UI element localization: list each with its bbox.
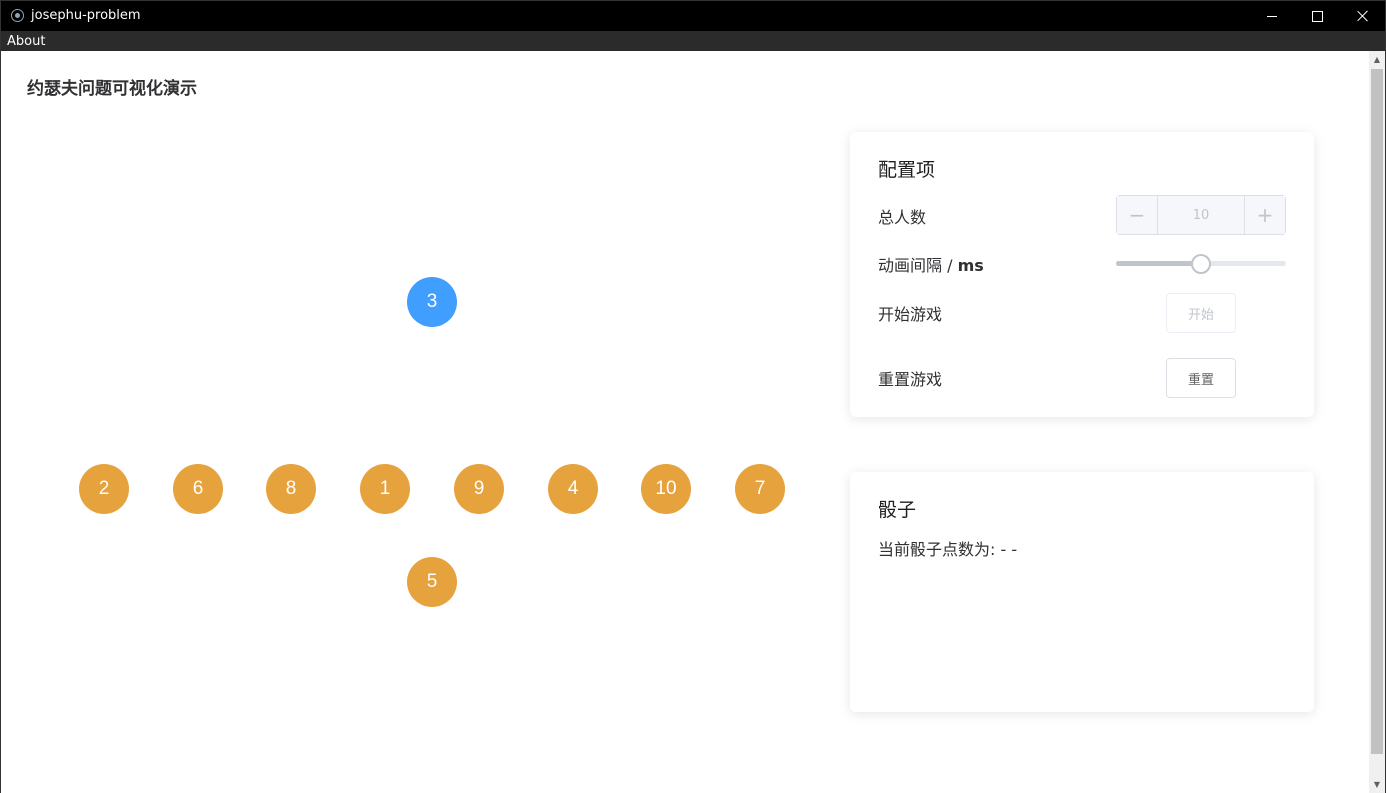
person-circle: 8 [266, 464, 316, 514]
slider-thumb[interactable] [1191, 254, 1211, 274]
person-circle: 9 [454, 464, 504, 514]
interval-unit: ms [957, 256, 984, 275]
menu-item-about[interactable]: About [7, 34, 45, 49]
title-bar[interactable]: josephu-problem [1, 1, 1385, 31]
config-card: 配置项 总人数 − 10 + 动画间隔 / ms 开始游戏 开始 重置游戏 重置 [850, 132, 1314, 417]
app-window: josephu-problem About 约瑟夫问题可视化演示 3 2 6 8… [0, 0, 1386, 793]
total-people-label: 总人数 [878, 208, 927, 227]
start-game-label: 开始游戏 [878, 305, 943, 324]
scroll-up-arrow-icon[interactable]: ▲ [1369, 51, 1385, 68]
person-circle: 2 [79, 464, 129, 514]
person-circle: 10 [641, 464, 691, 514]
menu-bar: About [1, 31, 1385, 51]
total-people-value[interactable]: 10 [1158, 196, 1244, 234]
dice-card: 骰子 当前骰子点数为: - - [850, 472, 1314, 712]
minimize-button[interactable] [1249, 1, 1295, 31]
reset-button[interactable]: 重置 [1166, 358, 1236, 398]
window-title: josephu-problem [31, 8, 141, 23]
reset-game-label: 重置游戏 [878, 370, 943, 389]
scroll-down-arrow-icon[interactable]: ▼ [1369, 776, 1385, 793]
person-circle: 7 [735, 464, 785, 514]
decrease-button[interactable]: − [1117, 196, 1158, 234]
person-circle: 3 [407, 277, 457, 327]
increase-button[interactable]: + [1244, 196, 1285, 234]
interval-label: 动画间隔 / ms [878, 252, 984, 276]
main-content: 约瑟夫问题可视化演示 3 2 6 8 1 9 4 10 7 5 配置项 总人数 … [1, 51, 1369, 793]
person-circle: 6 [173, 464, 223, 514]
maximize-button[interactable] [1294, 1, 1340, 31]
maximize-icon [1311, 10, 1323, 22]
vertical-scrollbar[interactable]: ▲ ▼ [1369, 51, 1385, 793]
start-button[interactable]: 开始 [1166, 293, 1236, 333]
slider-fill [1116, 261, 1201, 266]
close-button[interactable] [1340, 1, 1386, 31]
interval-slider[interactable] [1116, 253, 1286, 274]
config-title: 配置项 [878, 159, 936, 181]
person-circle: 1 [360, 464, 410, 514]
close-icon [1357, 10, 1369, 22]
total-people-stepper[interactable]: − 10 + [1116, 195, 1286, 235]
minimize-icon [1267, 15, 1277, 17]
person-circle: 4 [548, 464, 598, 514]
scroll-thumb[interactable] [1371, 69, 1383, 754]
dice-title: 骰子 [878, 499, 917, 521]
dice-value-text: 当前骰子点数为: - - [878, 540, 1018, 559]
page-title: 约瑟夫问题可视化演示 [27, 79, 197, 99]
person-circle: 5 [407, 557, 457, 607]
interval-label-text: 动画间隔 / [878, 256, 958, 275]
app-icon [11, 9, 24, 22]
